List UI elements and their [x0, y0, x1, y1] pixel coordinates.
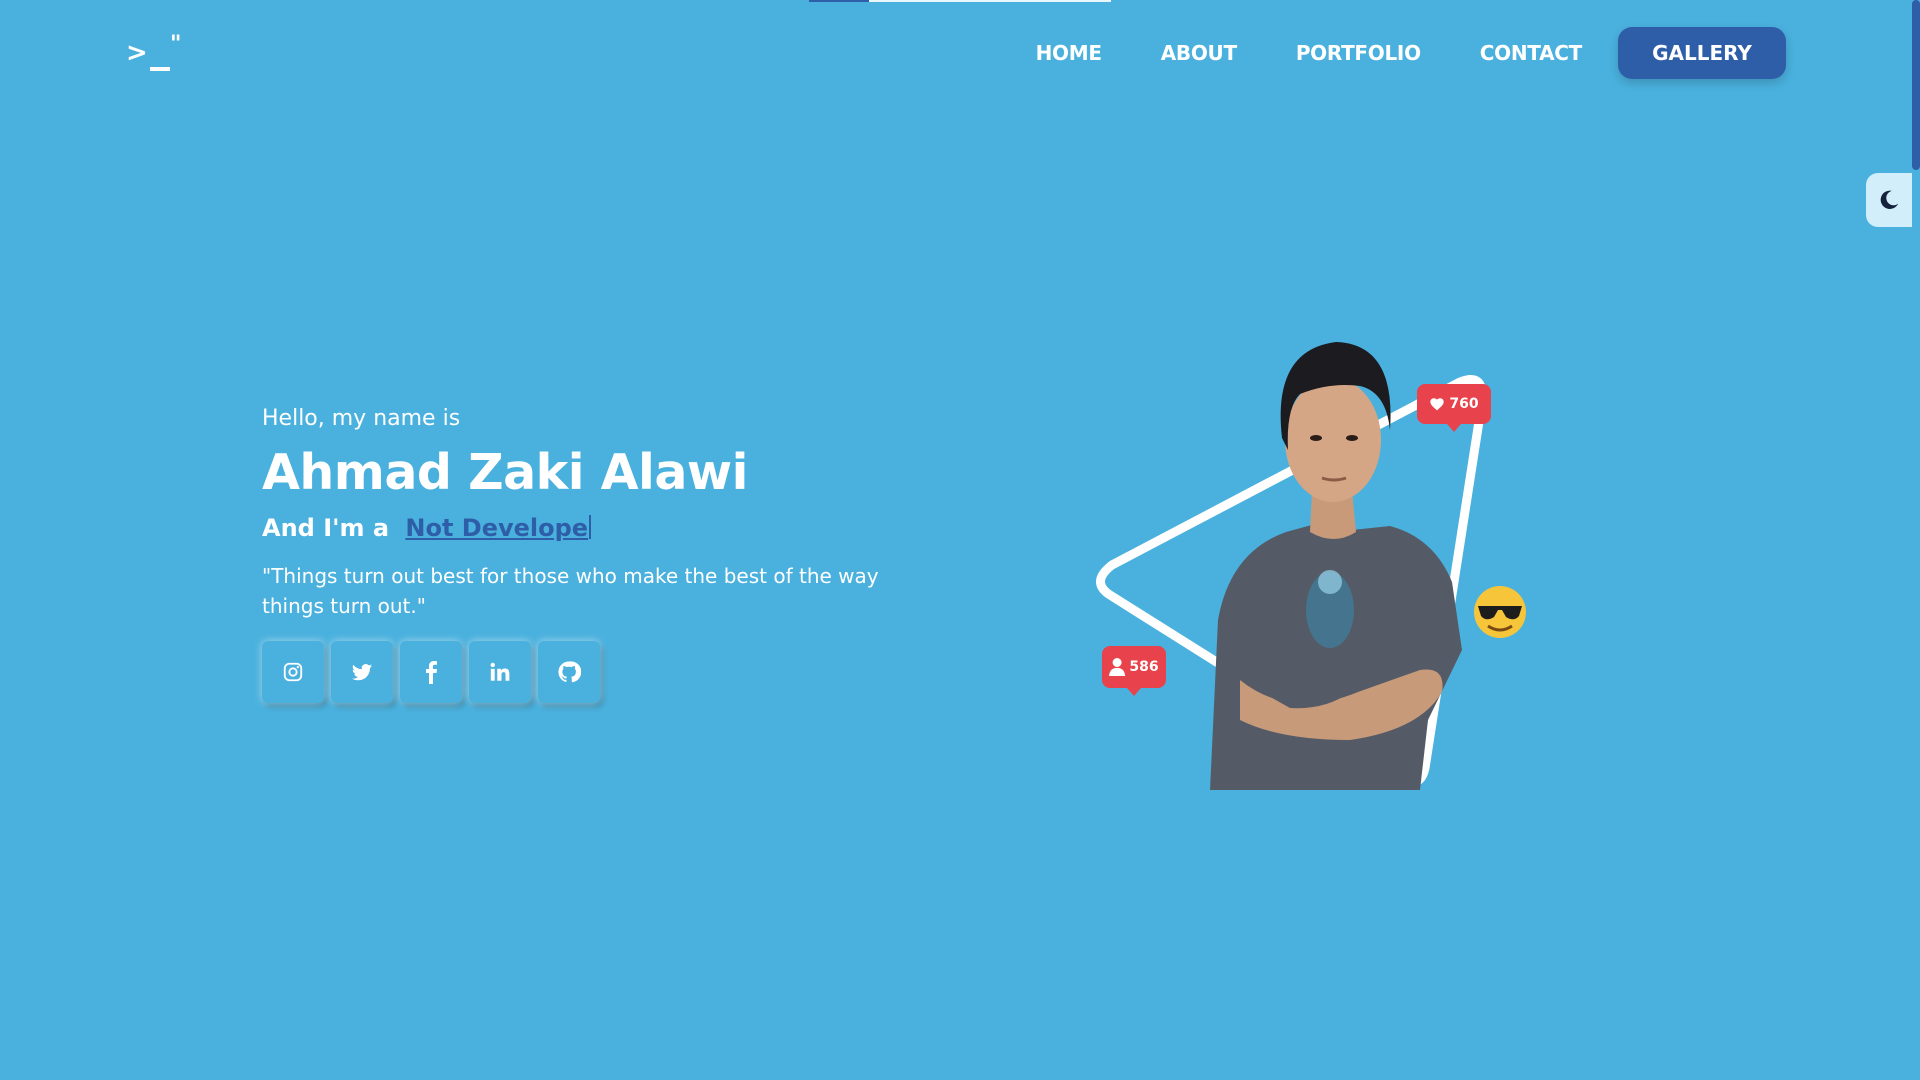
- page-scrollbar[interactable]: [1912, 0, 1920, 1080]
- followers-badge: 586: [1102, 646, 1166, 696]
- person-face: [1285, 378, 1381, 502]
- hero-greeting: Hello, my name is: [262, 406, 461, 431]
- top-progress-active: [809, 0, 869, 2]
- gallery-button[interactable]: GALLERY: [1618, 27, 1786, 79]
- site-logo[interactable]: > ": [126, 32, 192, 74]
- hero-section: Hello, my name is Ahmad Zaki Alawi And I…: [262, 403, 912, 703]
- nav-contact-link[interactable]: CONTACT: [1480, 41, 1583, 65]
- hero-role-prefix: And I'm a: [262, 514, 390, 542]
- page: > " HOME ABOUT PORTFOLIO CONTACT GALLERY…: [0, 0, 1920, 1080]
- twitter-icon: [351, 664, 373, 681]
- facebook-button[interactable]: [400, 641, 462, 703]
- moon-icon: [1880, 190, 1899, 209]
- shirt-print-helmet: [1318, 570, 1342, 594]
- scrollbar-thumb[interactable]: [1912, 0, 1920, 170]
- followers-count: 586: [1129, 659, 1159, 675]
- twitter-button[interactable]: [331, 641, 393, 703]
- instagram-button[interactable]: [262, 641, 324, 703]
- hero-name: Ahmad Zaki Alawi: [262, 444, 748, 501]
- logo-quote: ": [170, 32, 182, 57]
- hero-role-typed[interactable]: Not Develope: [405, 514, 588, 542]
- nav-home-link[interactable]: HOME: [1036, 41, 1102, 65]
- logo-underscore: [150, 67, 170, 71]
- linkedin-icon: [490, 662, 510, 681]
- linkedin-button[interactable]: [469, 641, 531, 703]
- person-eye-left: [1310, 435, 1322, 441]
- person-eye-right: [1346, 435, 1358, 441]
- social-links: [262, 641, 912, 703]
- sunglasses-emoji-icon: [1474, 586, 1526, 638]
- hero-role-line: And I'm a Not Develope: [262, 511, 912, 545]
- main-nav: HOME ABOUT PORTFOLIO CONTACT GALLERY: [1036, 27, 1786, 79]
- nav-portfolio-link[interactable]: PORTFOLIO: [1296, 41, 1421, 65]
- top-progress-indicator: [809, 0, 1111, 2]
- hero-portrait: 760 586: [1090, 320, 1540, 790]
- user-icon: [1109, 658, 1126, 676]
- facebook-icon: [426, 661, 437, 684]
- nav-about-link[interactable]: ABOUT: [1161, 41, 1237, 65]
- logo-chevron: >: [126, 38, 148, 68]
- typing-cursor: [589, 515, 592, 539]
- instagram-icon: [283, 662, 303, 682]
- likes-count: 760: [1449, 396, 1479, 412]
- person-shirt: [1210, 520, 1462, 790]
- hero-quote: "Things turn out best for those who make…: [262, 564, 879, 618]
- heart-icon: [1430, 398, 1445, 411]
- dark-mode-toggle[interactable]: [1866, 173, 1912, 227]
- likes-badge: 760: [1417, 384, 1491, 432]
- github-button[interactable]: [538, 641, 600, 703]
- github-icon: [558, 661, 581, 683]
